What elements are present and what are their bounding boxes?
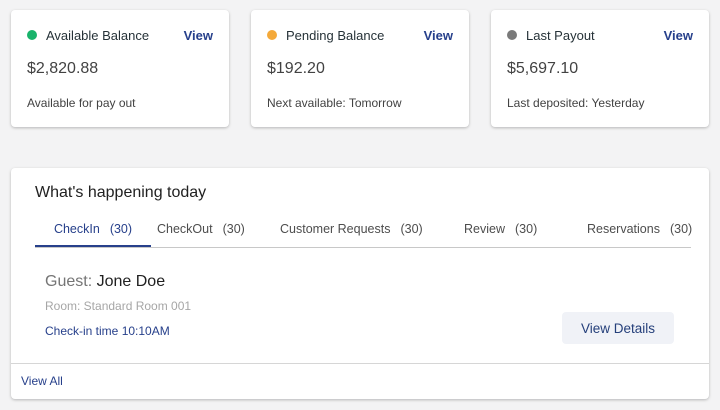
panel-title: What's happening today xyxy=(35,184,207,201)
tab-count: (30) xyxy=(222,222,245,236)
available-balance-card: Available Balance View $2,820.88 Availab… xyxy=(11,10,229,127)
view-link[interactable]: View xyxy=(424,28,453,43)
balance-amount: $2,820.88 xyxy=(27,60,99,77)
tab-checkin[interactable]: CheckIn (30) xyxy=(35,212,151,247)
tab-label: Review xyxy=(464,222,505,236)
status-dot-icon xyxy=(507,30,517,40)
balance-note: Last deposited: Yesterday xyxy=(507,96,645,110)
tab-label: Customer Requests xyxy=(280,222,391,236)
tab-label: Reservations xyxy=(587,222,660,236)
room-info: Room: Standard Room 001 xyxy=(45,299,192,313)
guest-label: Guest: xyxy=(45,273,93,290)
divider xyxy=(11,363,709,364)
tab-count: (30) xyxy=(109,221,133,236)
view-details-button[interactable]: View Details xyxy=(562,312,674,344)
balance-amount: $192.20 xyxy=(267,60,325,77)
tab-review[interactable]: Review (30) xyxy=(464,212,537,246)
today-panel: What's happening today CheckIn (30) Chec… xyxy=(11,168,709,399)
view-link[interactable]: View xyxy=(664,28,693,43)
tab-customer-requests[interactable]: Customer Requests (30) xyxy=(280,212,423,246)
checkin-time: Check-in time 10:10AM xyxy=(45,324,170,338)
tab-checkout[interactable]: CheckOut (30) xyxy=(157,212,245,246)
pending-balance-card: Pending Balance View $192.20 Next availa… xyxy=(251,10,469,127)
tab-reservations[interactable]: Reservations (30) xyxy=(587,212,692,246)
status-dot-icon xyxy=(267,30,277,40)
tab-bar: CheckIn (30) CheckOut (30) Customer Requ… xyxy=(35,212,692,248)
tab-count: (30) xyxy=(669,222,693,236)
tab-count: (30) xyxy=(400,222,423,236)
tab-count: (30) xyxy=(515,222,538,236)
balance-note: Next available: Tomorrow xyxy=(267,96,402,110)
tab-label: CheckIn xyxy=(53,221,100,236)
status-dot-icon xyxy=(27,30,37,40)
view-link[interactable]: View xyxy=(184,28,213,43)
view-all-link[interactable]: View All xyxy=(21,374,63,388)
balance-note: Available for pay out xyxy=(27,96,136,110)
balance-label: Pending Balance xyxy=(286,27,385,43)
tab-label: CheckOut xyxy=(157,222,213,236)
guest-name: Jone Doe xyxy=(96,273,166,290)
balance-amount: $5,697.10 xyxy=(507,60,579,77)
balance-label: Last Payout xyxy=(526,27,595,43)
balance-label: Available Balance xyxy=(46,27,150,43)
last-payout-card: Last Payout View $5,697.10 Last deposite… xyxy=(491,10,709,127)
guest-line: Guest: Jone Doe xyxy=(45,273,165,291)
